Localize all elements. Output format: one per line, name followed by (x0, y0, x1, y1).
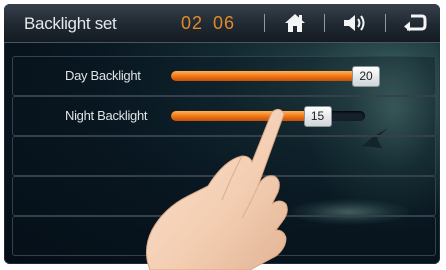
home-icon (285, 14, 305, 32)
night-backlight-value[interactable]: 15 (303, 106, 332, 127)
back-icon (404, 14, 427, 32)
divider (324, 14, 325, 32)
home-button[interactable] (282, 11, 308, 35)
clock-minutes: 06 (213, 13, 236, 33)
day-backlight-slider[interactable]: 20 (171, 66, 380, 87)
volume-button[interactable] (342, 11, 368, 35)
empty-row (12, 136, 436, 176)
divider (385, 14, 386, 32)
clock-hours: 02 (181, 13, 204, 33)
page-title: Backlight set (24, 14, 117, 33)
day-backlight-label: Day Backlight (65, 68, 141, 83)
night-backlight-slider-fill (171, 111, 317, 121)
back-button[interactable] (402, 11, 428, 35)
divider (264, 14, 265, 32)
clock: 02 06 (181, 13, 245, 34)
day-backlight-value[interactable]: 20 (352, 66, 380, 87)
empty-row (12, 176, 436, 216)
day-backlight-slider-fill (171, 71, 365, 81)
empty-row (12, 216, 436, 256)
volume-icon (344, 15, 365, 31)
setting-row-day-backlight: Day Backlight 20 (12, 56, 436, 96)
header-bar: Backlight set 02 06 (4, 4, 440, 43)
night-backlight-label: Night Backlight (65, 108, 148, 123)
device-screen: Backlight set 02 06 Day Backlight 20 Nig… (4, 4, 440, 264)
setting-row-night-backlight: Night Backlight 15 (12, 96, 436, 136)
night-backlight-slider[interactable]: 15 (171, 106, 365, 127)
